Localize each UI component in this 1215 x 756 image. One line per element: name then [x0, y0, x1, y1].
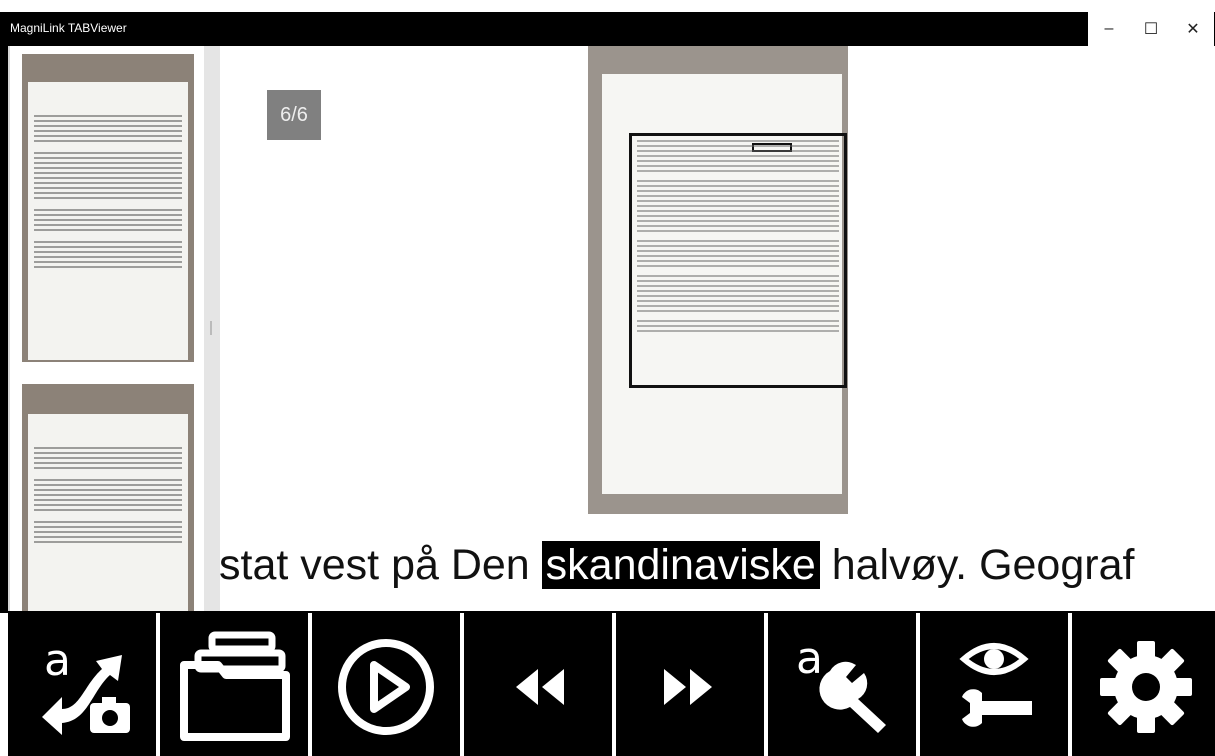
page-thumbnail-list[interactable]: [8, 46, 204, 611]
reading-text-before: stat vest på Den: [220, 541, 542, 589]
pane-splitter[interactable]: [204, 46, 220, 611]
rewind-icon: [516, 668, 564, 705]
svg-text:a: a: [796, 633, 823, 684]
view-settings-button[interactable]: [920, 613, 1068, 756]
folder-icon: [180, 631, 290, 741]
minimize-icon: –: [1104, 20, 1114, 37]
text-settings-button[interactable]: a: [768, 613, 916, 756]
maximize-button[interactable]: ☐: [1130, 12, 1172, 46]
thumbnail-page-image: [28, 414, 188, 611]
document-image: [588, 46, 848, 514]
minimize-button[interactable]: –: [1088, 12, 1130, 46]
gear-icon: [1100, 640, 1192, 733]
settings-button[interactable]: [1072, 613, 1215, 756]
play-button[interactable]: [312, 613, 460, 756]
bottom-toolbar: a a: [0, 613, 1215, 756]
text-camera-swap-icon: a: [42, 635, 130, 735]
svg-text:a: a: [44, 635, 71, 686]
text-wrench-icon: a: [796, 633, 886, 733]
close-button[interactable]: ✕: [1172, 12, 1214, 46]
fast-forward-button[interactable]: [616, 613, 764, 756]
rewind-button[interactable]: [464, 613, 612, 756]
open-folder-button[interactable]: [160, 613, 308, 756]
reading-text-line: stat vest på Den skandinaviske halvøy. G…: [220, 539, 1134, 591]
play-circle-icon: [338, 638, 434, 735]
reading-area-frame: [629, 133, 847, 388]
page-thumbnail[interactable]: [22, 54, 194, 362]
ocr-camera-button[interactable]: a: [8, 613, 156, 756]
maximize-icon: ☐: [1143, 21, 1159, 38]
document-viewer[interactable]: 6/6 stat vest på Den skandinaviske halvø…: [220, 46, 1215, 611]
thumbnail-page-image: [28, 82, 188, 360]
eye-wrench-icon: [959, 642, 1032, 727]
reading-text-after: halvøy. Geograf: [819, 541, 1135, 589]
close-icon: ✕: [1186, 21, 1200, 38]
page-thumbnail[interactable]: [22, 384, 194, 611]
highlighted-word: skandinaviske: [541, 541, 820, 589]
title-bar: MagniLink TABViewer – ☐ ✕: [0, 0, 1215, 46]
splitter-grip[interactable]: [210, 321, 212, 335]
fast-forward-icon: [664, 668, 712, 705]
window-title: MagniLink TABViewer: [10, 21, 127, 35]
page-indicator: 6/6: [267, 90, 321, 140]
